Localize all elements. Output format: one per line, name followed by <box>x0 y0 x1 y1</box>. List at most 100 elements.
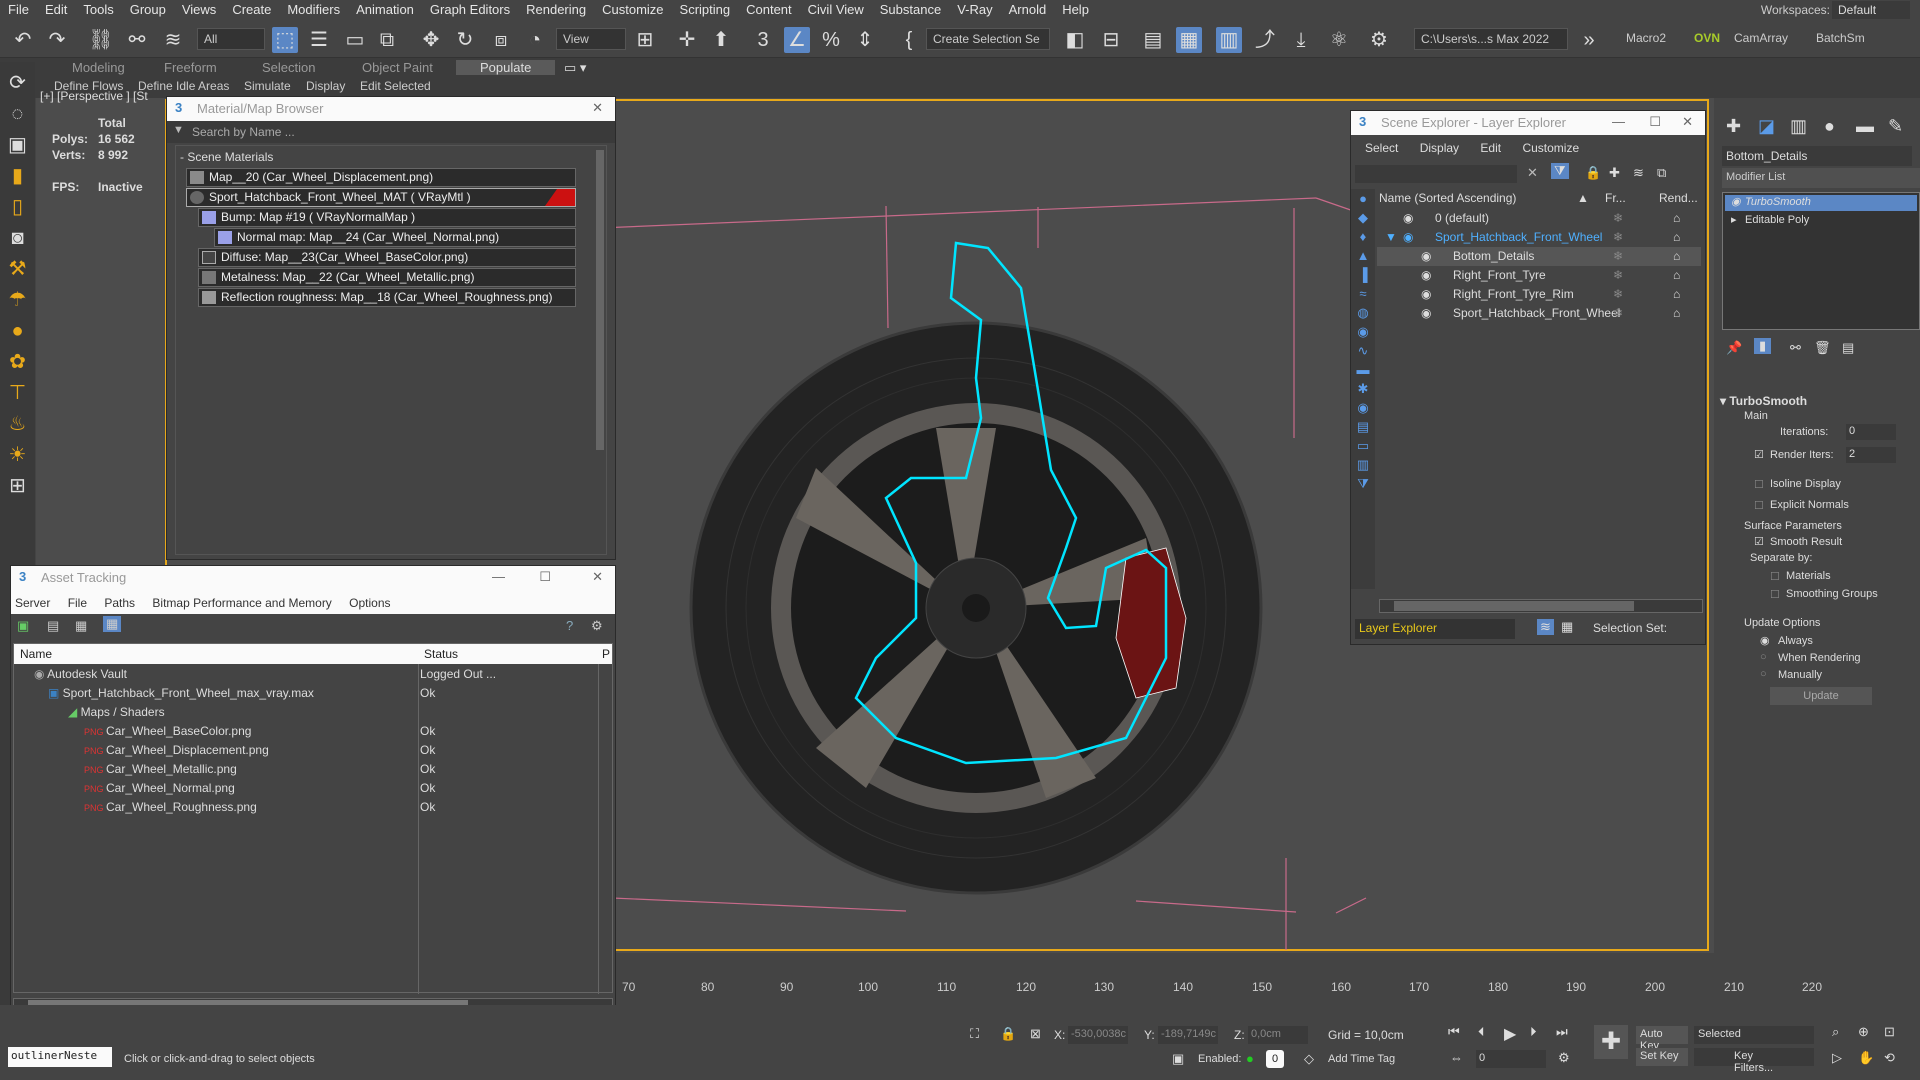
material-row-diffuse[interactable]: Diffuse: Map__23(Car_Wheel_BaseColor.png… <box>198 248 576 267</box>
placement-icon[interactable]: ◔ <box>522 27 548 53</box>
lock-icon[interactable]: 🔒 <box>1000 1026 1016 1042</box>
asset-row-metallic[interactable]: PNG Car_Wheel_Metallic.png Ok <box>84 760 614 779</box>
material-row-bump[interactable]: Bump: Map #19 ( VRayNormalMap ) <box>198 208 576 227</box>
timeline-ruler[interactable]: 70 80 90 100 110 120 130 140 150 160 170… <box>622 980 1920 998</box>
freeze-icon[interactable]: ❄ <box>1613 285 1623 304</box>
edit-named-sel-icon[interactable]: { <box>896 27 922 53</box>
col-name[interactable]: Name <box>20 644 52 664</box>
scene-explorer-icon[interactable]: ▤ <box>1140 27 1166 53</box>
configure-sets-icon[interactable]: ▤ <box>1842 340 1854 356</box>
material-row-roughness[interactable]: Reflection roughness: Map__18 (Car_Wheel… <box>198 288 576 307</box>
pillar-icon[interactable]: ▯ <box>0 192 35 223</box>
menu-edit[interactable]: Edit <box>37 0 75 20</box>
menu-vray[interactable]: V-Ray <box>949 0 1000 20</box>
undo-icon[interactable]: ↶ <box>10 27 36 53</box>
display-button[interactable]: Display <box>306 79 345 93</box>
render-setup-icon[interactable]: ⚙ <box>1366 27 1392 53</box>
scene-horizontal-scrollbar[interactable] <box>1379 599 1703 613</box>
layer-row-wheel[interactable]: ▼ ◉ Sport_Hatchback_Front_Wheel ❄ ⌂ <box>1377 228 1701 247</box>
selection-filter-dropdown[interactable]: All <box>197 28 265 50</box>
asset-row-displacement[interactable]: PNG Car_Wheel_Displacement.png Ok <box>84 741 614 760</box>
asset-row-max-file[interactable]: ▣ Sport_Hatchback_Front_Wheel_max_vray.m… <box>48 684 614 703</box>
layer-mode-icon[interactable]: ≋ <box>1537 619 1554 635</box>
material-search-bar[interactable]: ▼ Search by Name ... <box>167 121 615 143</box>
object-name-field[interactable]: Bottom_Details <box>1722 146 1912 166</box>
teapot-icon[interactable]: ⌂ <box>1673 247 1680 266</box>
turbosmooth-rollout[interactable]: ▾ TurboSmooth <box>1720 394 1807 408</box>
stack-turbosmooth[interactable]: ◉ TurboSmooth <box>1725 195 1917 211</box>
goto-start-icon[interactable]: ⏮ <box>1448 1024 1460 1040</box>
current-frame-field[interactable]: 0 <box>1476 1050 1546 1068</box>
teapot-icon[interactable]: ⌂ <box>1673 266 1680 285</box>
isolate-toggle-icon[interactable]: 0 <box>1266 1050 1284 1068</box>
table-view-icon[interactable]: ▦ <box>103 616 122 632</box>
freeze-icon[interactable]: ❄ <box>1613 228 1623 247</box>
box-icon[interactable]: ▮ <box>0 161 35 192</box>
freeze-icon[interactable]: ❄ <box>1613 304 1623 323</box>
bulb-icon[interactable]: ♨ <box>0 409 35 440</box>
asset-row-vault[interactable]: ◉ Autodesk Vault Logged Out ... <box>34 665 614 684</box>
reference-coord-dropdown[interactable]: View <box>556 28 626 50</box>
redo-icon[interactable]: ↷ <box>44 27 70 53</box>
overflow-chevron-icon[interactable]: » <box>1576 27 1602 53</box>
teapot-icon[interactable]: ⌂ <box>1673 228 1680 247</box>
spinner-snap-icon[interactable]: ⇕ <box>852 27 878 53</box>
manually-radio[interactable]: ○ <box>1760 668 1767 680</box>
menu-tools[interactable]: Tools <box>75 0 121 20</box>
layers-icon[interactable]: ≋ <box>1633 165 1644 181</box>
layer-explorer-dropdown[interactable]: Layer Explorer <box>1355 619 1515 639</box>
scale-icon[interactable]: ⧈ <box>488 27 514 53</box>
material-row-normal[interactable]: Normal map: Map__24 (Car_Wheel_Normal.pn… <box>214 228 576 247</box>
named-selection-dropdown[interactable]: Create Selection Se <box>926 28 1050 50</box>
object-row-front-tyre[interactable]: ◉ Right_Front_Tyre ❄ ⌂ <box>1377 266 1701 285</box>
menu-graph-editors[interactable]: Graph Editors <box>422 0 518 20</box>
set-key-button[interactable]: Set Key <box>1636 1048 1688 1066</box>
utilities-tab-icon[interactable]: ✎ <box>1888 116 1903 137</box>
move-icon[interactable]: ✥ <box>418 27 444 53</box>
close-icon[interactable]: ✕ <box>592 100 603 116</box>
keyboard-shortcut-icon[interactable]: ⬆ <box>708 27 734 53</box>
close-icon[interactable]: ✕ <box>592 569 603 585</box>
angle-snap-icon[interactable]: ∠ <box>784 27 810 53</box>
asset-row-normal[interactable]: PNG Car_Wheel_Normal.png Ok <box>84 779 614 798</box>
hammer-icon[interactable]: ⚒ <box>0 254 35 285</box>
lamp-icon[interactable]: ⊤ <box>0 378 35 409</box>
make-unique-icon[interactable]: ⚯ <box>1790 340 1801 356</box>
freeze-icon[interactable]: ❄ <box>1613 247 1623 266</box>
fov-icon[interactable]: ▷ <box>1832 1050 1842 1066</box>
zoom-icon[interactable]: ⌕ <box>1832 1024 1839 1040</box>
minimize-icon[interactable]: — <box>492 569 505 584</box>
z-coord-field[interactable]: 0,0cm <box>1248 1026 1308 1044</box>
orbit-icon[interactable]: ⟲ <box>1884 1050 1895 1066</box>
lock-icon[interactable]: 🔒 <box>1585 165 1601 181</box>
select-object-icon[interactable]: ⬚ <box>272 27 298 53</box>
zoom-all-icon[interactable]: ⊕ <box>1858 1024 1869 1040</box>
menu-customize[interactable]: Customize <box>1522 141 1579 155</box>
col-renderable[interactable]: Rend... <box>1659 189 1698 207</box>
menu-content[interactable]: Content <box>738 0 800 20</box>
render-iters-spinner[interactable]: 2 <box>1846 447 1896 463</box>
ribbon-tab-freeform[interactable]: Freeform <box>164 60 217 75</box>
play-icon[interactable]: ▶ <box>1504 1024 1516 1044</box>
bind-space-warp-icon[interactable]: ≋ <box>160 27 186 53</box>
rotate-icon[interactable]: ↻ <box>452 27 478 53</box>
ribbon-tab-modeling[interactable]: Modeling <box>72 60 125 75</box>
menu-civil-view[interactable]: Civil View <box>800 0 872 20</box>
freeze-icon[interactable]: ❄ <box>1613 266 1623 285</box>
absolute-mode-icon[interactable]: ⊠ <box>1030 1026 1041 1042</box>
ribbon-tab-selection[interactable]: Selection <box>262 60 315 75</box>
object-row-tyre-rim[interactable]: ◉ Right_Front_Tyre_Rim ❄ ⌂ <box>1377 285 1701 304</box>
update-button[interactable]: Update <box>1770 687 1872 705</box>
list-view-icon[interactable]: ▤ <box>47 618 59 634</box>
orbit-icon[interactable]: ⟳ <box>0 68 35 99</box>
simulate-button[interactable]: Simulate <box>244 79 291 93</box>
modifier-list-dropdown[interactable]: Modifier List <box>1722 168 1920 188</box>
iterations-spinner[interactable]: 0 <box>1846 424 1896 440</box>
explicit-normals-checkbox[interactable]: ☐ <box>1754 499 1764 512</box>
freeze-icon[interactable]: ❄ <box>1613 209 1623 228</box>
close-icon[interactable]: ✕ <box>1682 114 1693 130</box>
col-frozen[interactable]: Fr... <box>1605 189 1626 207</box>
chevron-down-icon[interactable]: ▼ <box>173 124 184 136</box>
col-p[interactable]: P <box>602 644 610 664</box>
camarray-button[interactable]: CamArray <box>1728 28 1794 50</box>
